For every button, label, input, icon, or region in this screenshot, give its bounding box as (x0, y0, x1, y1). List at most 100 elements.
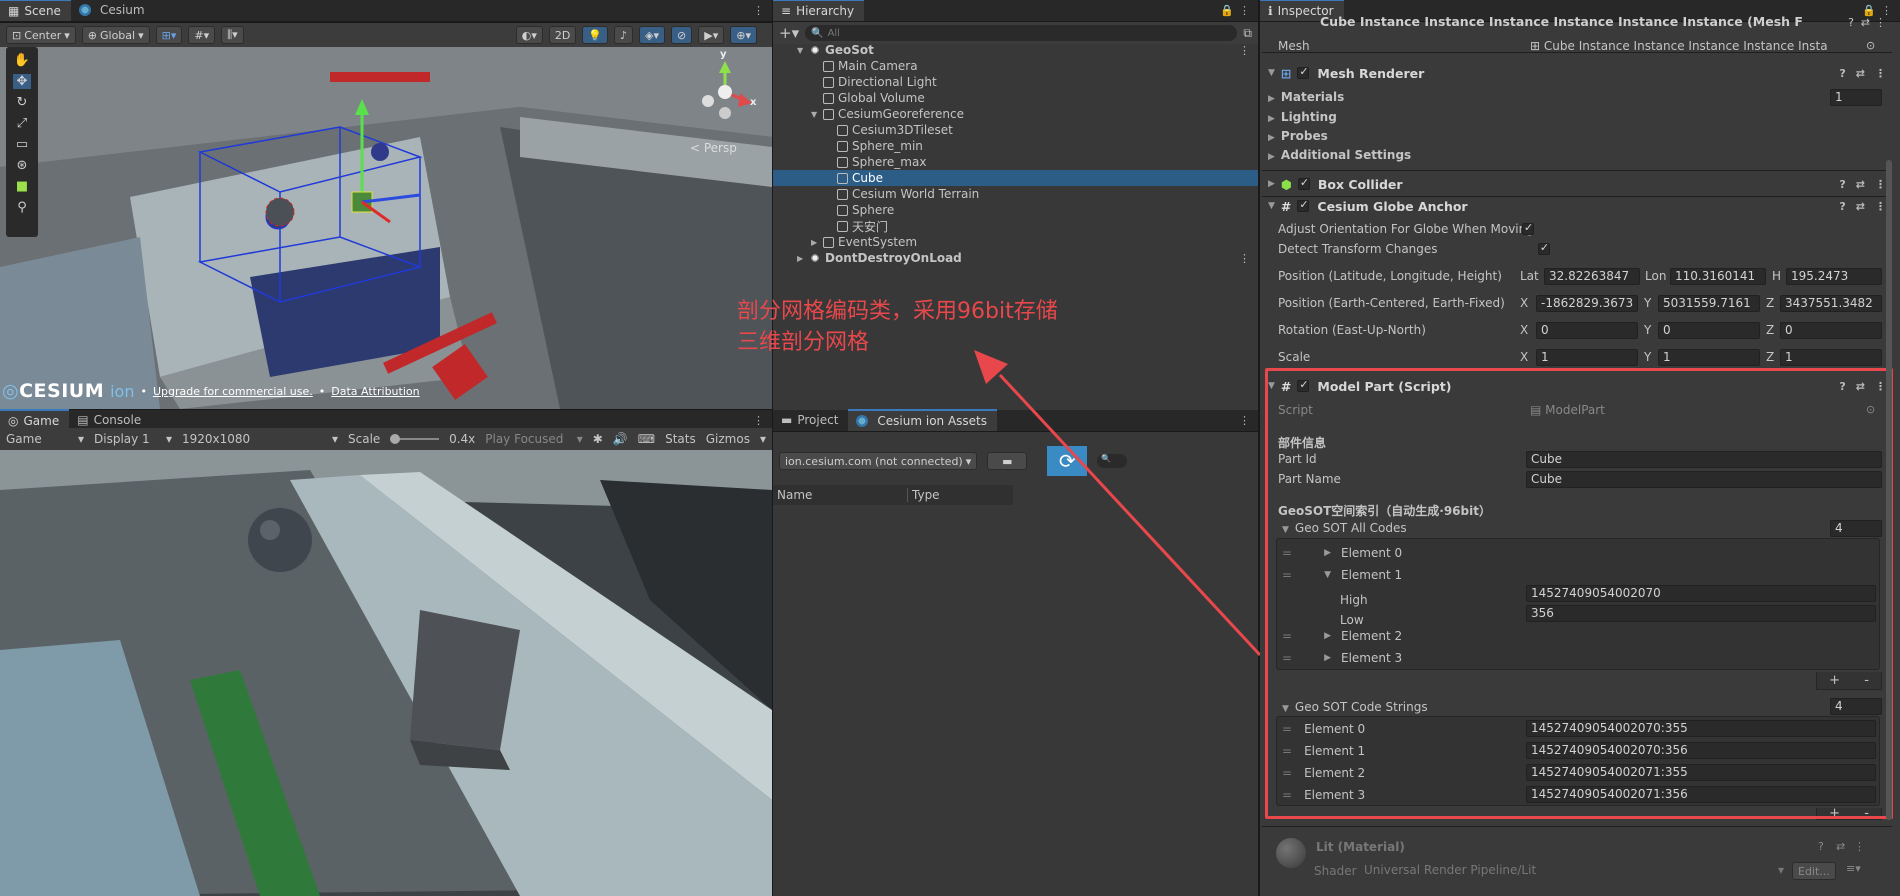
globe-anchor-header[interactable]: ▼ # Cesium Globe Anchor ?⇄⋮ (1262, 195, 1900, 217)
hierarchy-item[interactable]: ▼ GeoSot ⋮ (773, 42, 1258, 58)
play-focused-dropdown[interactable]: Play Focused ▾ (485, 432, 583, 446)
tab-scene[interactable]: ▦ Scene (0, 0, 71, 21)
panel-menu-icon[interactable]: ⋮ (753, 4, 764, 17)
preset-icon[interactable]: ⇄ (1856, 200, 1865, 213)
height-field[interactable]: 195.2473 (1786, 268, 1882, 285)
preset-icon[interactable]: ⇄ (1861, 16, 1870, 29)
model-part-header[interactable]: ▼ # Model Part (Script) ?⇄⋮ (1262, 375, 1900, 397)
align-button[interactable]: ⫼▾ (221, 26, 244, 44)
drag-handle-icon[interactable]: = (1282, 766, 1292, 780)
scale-y-field[interactable]: 1 (1658, 349, 1760, 366)
server-dropdown[interactable]: ion.cesium.com (not connected) ▾ (779, 452, 978, 470)
tab-project[interactable]: ▬ Project (773, 409, 848, 431)
hierarchy-item[interactable]: Global Volume (773, 90, 1258, 106)
preset-icon[interactable]: ⇄ (1856, 178, 1865, 191)
scale-slider[interactable] (390, 434, 440, 444)
object-picker-icon[interactable]: ⊙ (1866, 39, 1875, 52)
fold-arrow-icon[interactable]: ▼ (811, 110, 823, 119)
grid-snap-button[interactable]: #▾ (188, 26, 216, 44)
keyboard-icon[interactable]: ⌨ (638, 432, 655, 446)
box-collider-header[interactable]: ▶ ⬢ Box Collider ?⇄⋮ (1262, 173, 1900, 195)
geosot-code-element[interactable]: = ▼ Element 1 (1282, 568, 1402, 582)
display-dropdown[interactable]: Display 1 ▾ (94, 432, 172, 446)
rect-tool-icon[interactable]: ▭ (16, 137, 28, 152)
preset-icon[interactable]: ⇄ (1856, 67, 1865, 80)
visibility-toggle[interactable]: ⊘ (671, 26, 693, 44)
hierarchy-item[interactable]: Cube (773, 170, 1258, 186)
globe-anchor-enabled-checkbox[interactable] (1297, 198, 1310, 212)
mesh-renderer-enabled-checkbox[interactable] (1297, 65, 1310, 79)
mesh-renderer-header[interactable]: ▼ ⊞ Mesh Renderer ?⇄⋮ (1262, 62, 1900, 84)
persp-label[interactable]: < Persp (690, 141, 737, 155)
drag-handle-icon[interactable]: = (1282, 651, 1292, 665)
hierarchy-item[interactable]: Cesium World Terrain (773, 186, 1258, 202)
adjust-orientation-checkbox[interactable] (1522, 221, 1534, 235)
scale-z-field[interactable]: 1 (1780, 349, 1882, 366)
fold-icon[interactable]: ▼ (1324, 570, 1331, 580)
mesh-field[interactable]: ⊞ Cube Instance Instance Instance Instan… (1530, 39, 1880, 53)
component-menu-icon[interactable]: ⋮ (1875, 16, 1886, 29)
drag-handle-icon[interactable]: = (1282, 546, 1292, 560)
scale-x-field[interactable]: 1 (1536, 349, 1638, 366)
edit-shader-button[interactable]: Edit... (1792, 862, 1836, 880)
component-menu-icon[interactable]: ⋮ (1875, 178, 1886, 191)
game-mode-dropdown[interactable]: Game ▾ (6, 432, 84, 446)
rotate-tool-icon[interactable]: ↻ (17, 95, 28, 110)
scene-viewport[interactable]: ✋ ✥ ↻ ⤢ ▭ ⊛ ■ ⚲ y x < Persp ◎CESIUM ion … (0, 47, 772, 409)
speaker-icon[interactable]: 🔊 (613, 432, 628, 446)
custom-tool-icon[interactable]: ■ (16, 179, 28, 194)
ecef-x-field[interactable]: -1862829.3673 (1536, 295, 1638, 312)
add-string-button[interactable]: + (1829, 808, 1840, 819)
rot-x-field[interactable]: 0 (1536, 322, 1638, 339)
lighting-toggle[interactable]: 💡 (582, 26, 609, 44)
fold-arrow-icon[interactable]: ▶ (797, 254, 809, 263)
column-name[interactable]: Name (773, 488, 908, 502)
hierarchy-item[interactable]: ▶ DontDestroyOnLoad ⋮ (773, 250, 1258, 266)
additional-settings-foldout[interactable]: ▶ Additional Settings (1268, 148, 1411, 162)
game-viewport[interactable] (0, 450, 772, 896)
hierarchy-item[interactable]: Sphere (773, 202, 1258, 218)
geosot-code-element[interactable]: = ▶ Element 3 (1282, 651, 1402, 665)
snap-button[interactable]: ⊞▾ (155, 26, 183, 44)
all-codes-size-field[interactable]: 4 (1830, 520, 1882, 537)
code-string-field[interactable]: 14527409054002071:355 (1526, 764, 1876, 781)
hierarchy-item[interactable]: 天安门 (773, 218, 1258, 234)
hierarchy-item[interactable]: Sphere_max (773, 154, 1258, 170)
code-string-field[interactable]: 14527409054002071:356 (1526, 786, 1876, 803)
code-strings-foldout[interactable]: ▼ Geo SOT Code Strings (1282, 700, 1428, 714)
component-menu-icon[interactable]: ⋮ (1875, 380, 1886, 393)
remove-string-button[interactable]: - (1864, 808, 1869, 819)
resolution-dropdown[interactable]: 1920x1080 ▾ (182, 432, 338, 446)
geosot-code-element[interactable]: = ▶ Element 2 (1282, 629, 1402, 643)
column-type[interactable]: Type (908, 488, 940, 502)
shader-dropdown[interactable]: Universal Render Pipeline/Lit ▾ (1364, 863, 1784, 879)
help-icon[interactable]: ? (1839, 380, 1845, 393)
scene-menu-icon[interactable]: ⋮ (1239, 252, 1250, 265)
help-icon[interactable]: ? (1839, 178, 1845, 191)
list-menu-icon[interactable]: ≡▾ (1846, 862, 1861, 875)
hierarchy-item[interactable]: Sphere_min (773, 138, 1258, 154)
ecef-y-field[interactable]: 5031559.7161 (1658, 295, 1760, 312)
bug-icon[interactable]: ✱ (593, 432, 603, 446)
latitude-field[interactable]: 32.82263847 (1544, 268, 1640, 285)
component-menu-icon[interactable]: ⋮ (1854, 840, 1865, 853)
drag-handle-icon[interactable]: = (1282, 568, 1292, 582)
drag-handle-icon[interactable]: = (1282, 722, 1292, 736)
drag-handle-icon[interactable]: = (1282, 788, 1292, 802)
preset-icon[interactable]: ⇄ (1856, 380, 1865, 393)
drag-handle-icon[interactable]: = (1282, 629, 1292, 643)
fold-icon[interactable]: ▼ (1268, 68, 1275, 78)
inspector-scrollbar[interactable] (1886, 160, 1892, 820)
box-collider-enabled-checkbox[interactable] (1297, 176, 1310, 190)
2d-toggle[interactable]: 2D (548, 26, 577, 44)
code-strings-size-field[interactable]: 4 (1830, 698, 1882, 715)
rot-z-field[interactable]: 0 (1780, 322, 1882, 339)
preset-icon[interactable]: ⇄ (1836, 840, 1845, 853)
transform-tool-icon[interactable]: ⊛ (17, 158, 28, 173)
fold-icon[interactable]: ▼ (1268, 381, 1275, 391)
ecef-z-field[interactable]: 3437551.3482 (1780, 295, 1882, 312)
drag-handle-icon[interactable]: = (1282, 744, 1292, 758)
low-field[interactable]: 356 (1526, 605, 1876, 622)
code-string-field[interactable]: 14527409054002070:355 (1526, 720, 1876, 737)
bone-tool-icon[interactable]: ⚲ (17, 200, 27, 215)
